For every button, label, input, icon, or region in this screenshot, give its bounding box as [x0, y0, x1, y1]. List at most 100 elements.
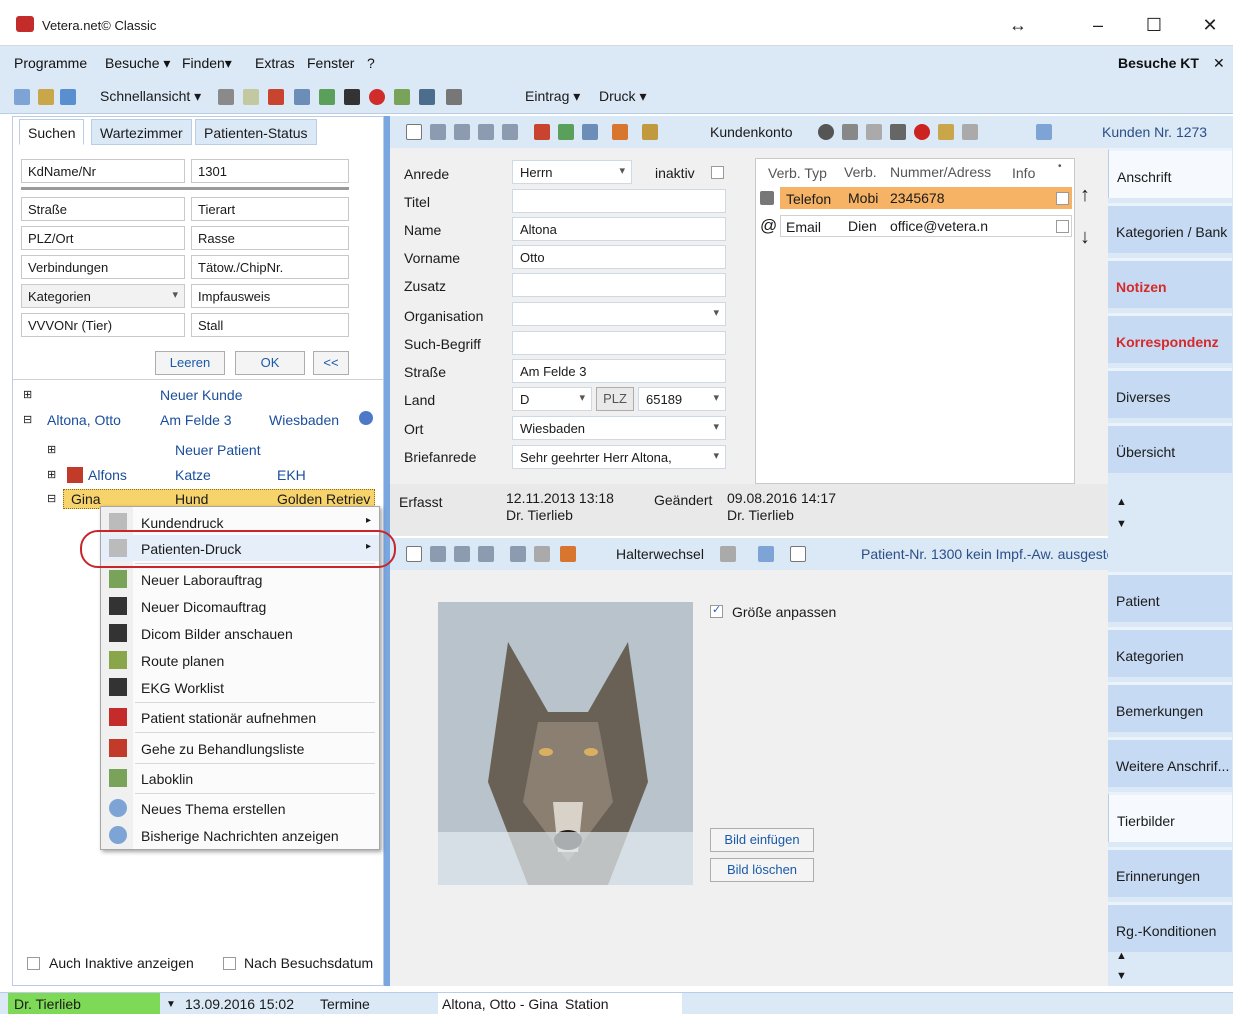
- contact-checkbox[interactable]: [1056, 220, 1069, 233]
- menu-item-dicom-bilder[interactable]: Dicom Bilder anschauen: [101, 620, 379, 646]
- book-icon[interactable]: [243, 89, 259, 105]
- tab-patienten-status[interactable]: Patienten-Status: [195, 119, 317, 145]
- book-icon[interactable]: [890, 124, 906, 140]
- users-icon[interactable]: [758, 546, 774, 562]
- delete-icon[interactable]: [454, 546, 470, 562]
- tab-diverses[interactable]: Diverses: [1108, 368, 1232, 418]
- panel-close-icon[interactable]: ✕: [1213, 55, 1225, 72]
- medicine-icon[interactable]: [268, 89, 284, 105]
- tool-icon[interactable]: [938, 124, 954, 140]
- tab-korrespondenz[interactable]: Korrespondenz: [1108, 313, 1232, 363]
- schnellansicht-dropdown[interactable]: Schnellansicht ▾: [100, 88, 201, 105]
- kundenkonto-button[interactable]: Kundenkonto: [710, 124, 793, 140]
- besuchsdatum-checkbox[interactable]: [223, 957, 236, 970]
- vorname-input[interactable]: Otto: [512, 245, 726, 269]
- scroll-up-icon[interactable]: ▲: [1116, 496, 1127, 508]
- back-button[interactable]: <<: [313, 351, 349, 375]
- copy-icon[interactable]: [510, 546, 526, 562]
- image-icon[interactable]: [534, 546, 550, 562]
- inaktive-checkbox[interactable]: [27, 957, 40, 970]
- tab-notizen[interactable]: Notizen: [1108, 258, 1232, 308]
- menu-item-laboklin[interactable]: Laboklin: [101, 765, 379, 791]
- rasse-field[interactable]: Rasse: [191, 226, 349, 250]
- druck-dropdown[interactable]: Druck ▾: [599, 88, 646, 105]
- menu-item-dicomauftrag[interactable]: Neuer Dicomauftrag: [101, 593, 379, 619]
- verbindungen-field[interactable]: Verbindungen: [21, 255, 185, 279]
- strasse-input[interactable]: Am Felde 3: [512, 359, 726, 383]
- zusatz-input[interactable]: [512, 273, 726, 297]
- tree-patient-gina[interactable]: Gina: [71, 491, 101, 507]
- expand-icon[interactable]: ⊞: [23, 388, 32, 401]
- move-down-icon[interactable]: ↓: [1080, 226, 1090, 249]
- contact-checkbox[interactable]: [1056, 192, 1069, 205]
- menu-finden[interactable]: Finden▾: [182, 55, 232, 72]
- bild-loeschen-button[interactable]: Bild löschen: [710, 858, 814, 882]
- minimize-button[interactable]: –: [1078, 10, 1118, 40]
- ort-dropdown[interactable]: Wiesbaden: [512, 416, 726, 440]
- strasse-field[interactable]: Straße: [21, 197, 185, 221]
- delete-icon[interactable]: [454, 124, 470, 140]
- land-dropdown[interactable]: D: [512, 387, 592, 411]
- menu-extras[interactable]: Extras: [255, 55, 295, 71]
- menu-item-route-planen[interactable]: Route planen: [101, 647, 379, 673]
- stall-field[interactable]: Stall: [191, 313, 349, 337]
- medicine-icon[interactable]: [534, 124, 550, 140]
- menu-help[interactable]: ?: [367, 55, 375, 71]
- sync-icon[interactable]: [60, 89, 76, 105]
- scroll-up-icon[interactable]: ▲: [1116, 950, 1127, 962]
- users-icon[interactable]: [1036, 124, 1052, 140]
- group-icon[interactable]: [612, 124, 628, 140]
- resize-icon[interactable]: ↔: [998, 10, 1038, 40]
- col-info[interactable]: Info: [1012, 165, 1035, 181]
- tree-neuer-patient[interactable]: Neuer Patient: [175, 442, 261, 458]
- plz-button[interactable]: PLZ: [596, 387, 634, 411]
- maximize-button[interactable]: ☐: [1134, 10, 1174, 40]
- vvvonr-field[interactable]: VVVONr (Tier): [21, 313, 185, 337]
- expand-icon[interactable]: ⊞: [47, 468, 56, 481]
- menu-item-behandlungsliste[interactable]: Gehe zu Behandlungsliste: [101, 735, 379, 761]
- phone-icon[interactable]: [866, 124, 882, 140]
- help-icon[interactable]: [720, 546, 736, 562]
- tab-patient[interactable]: Patient: [1108, 572, 1232, 622]
- menu-fenster[interactable]: Fenster: [307, 55, 354, 71]
- col-verb[interactable]: Verb.: [844, 164, 877, 180]
- anrede-dropdown[interactable]: Herrn: [512, 160, 632, 184]
- trash-icon[interactable]: [478, 124, 494, 140]
- new-icon[interactable]: [406, 546, 422, 562]
- tool-icon[interactable]: [218, 89, 234, 105]
- card-icon[interactable]: [582, 124, 598, 140]
- trash-icon[interactable]: [478, 546, 494, 562]
- money-icon[interactable]: [319, 89, 335, 105]
- close-button[interactable]: ✕: [1190, 10, 1230, 40]
- document-icon[interactable]: [294, 89, 310, 105]
- menu-item-ekg-worklist[interactable]: EKG Worklist: [101, 674, 379, 700]
- tab-bemerkungen[interactable]: Bemerkungen: [1108, 682, 1232, 732]
- chat-icon[interactable]: [818, 124, 834, 140]
- calculator-icon[interactable]: [446, 89, 462, 105]
- tab-kategorien-bank[interactable]: Kategorien / Bank: [1108, 203, 1232, 253]
- halterwechsel-button[interactable]: Halterwechsel: [616, 546, 704, 562]
- name-input[interactable]: Altona: [512, 217, 726, 241]
- inaktiv-checkbox[interactable]: [711, 166, 724, 179]
- tierart-field[interactable]: Tierart: [191, 197, 349, 221]
- collapse-icon[interactable]: ⊟: [47, 492, 56, 505]
- syringe-icon[interactable]: [344, 89, 360, 105]
- menu-item-stationaer[interactable]: Patient stationär aufnehmen: [101, 704, 379, 730]
- tab-rg-konditionen[interactable]: Rg.-Konditionen: [1108, 902, 1232, 952]
- card-icon[interactable]: [790, 546, 806, 562]
- leeren-button[interactable]: Leeren: [155, 351, 225, 375]
- such-input[interactable]: [512, 331, 726, 355]
- monitor-icon[interactable]: [419, 89, 435, 105]
- kategorien-dropdown[interactable]: Kategorien: [21, 284, 185, 308]
- bild-einfuegen-button[interactable]: Bild einfügen: [710, 828, 814, 852]
- account-icon[interactable]: [642, 124, 658, 140]
- menu-item-laborauftrag[interactable]: Neuer Laborauftrag: [101, 566, 379, 592]
- sms-icon[interactable]: [914, 124, 930, 140]
- users-icon[interactable]: [14, 89, 30, 105]
- tree-neuer-kunde[interactable]: Neuer Kunde: [160, 387, 243, 403]
- info-icon[interactable]: [359, 411, 373, 425]
- sort-icon[interactable]: •: [1058, 161, 1062, 172]
- tab-anschrift[interactable]: Anschrift: [1108, 148, 1232, 198]
- tree-customer-name[interactable]: Altona, Otto: [47, 412, 121, 428]
- menu-programme[interactable]: Programme: [14, 55, 87, 71]
